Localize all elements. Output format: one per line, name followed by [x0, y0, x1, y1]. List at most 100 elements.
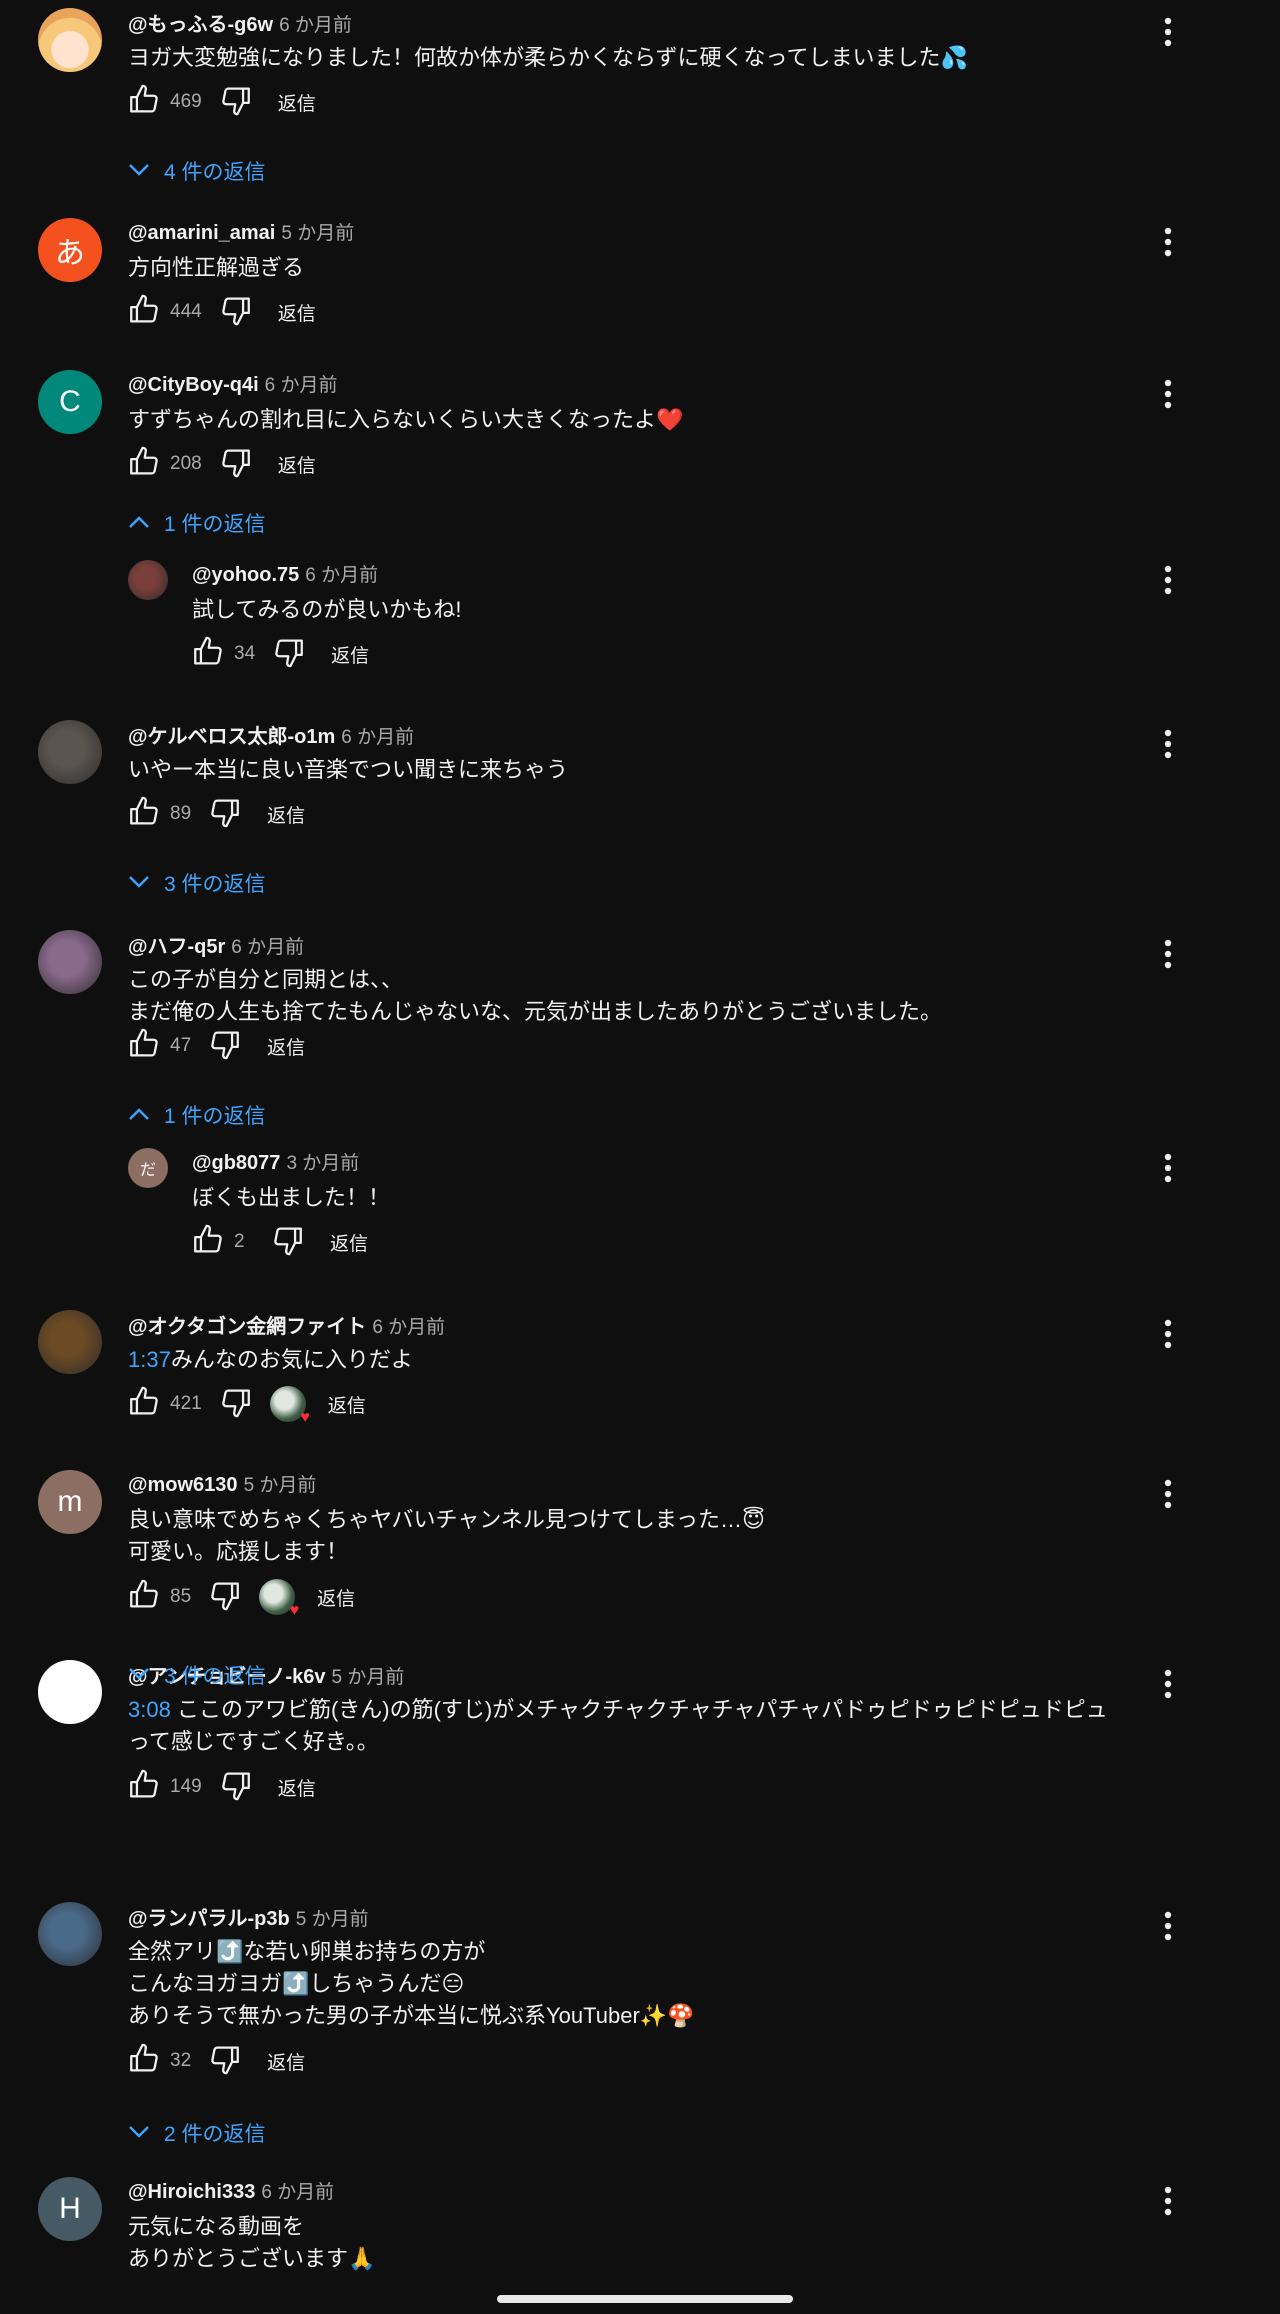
comment-time[interactable]: 6 か月前: [261, 2182, 334, 2203]
comment-time[interactable]: 6 か月前: [372, 1317, 445, 1338]
replies-toggle[interactable]: 1 件の返信: [128, 1100, 266, 1130]
more-options-button[interactable]: [1150, 226, 1186, 262]
replies-toggle[interactable]: 4 件の返信: [128, 156, 266, 186]
reply-button[interactable]: 返信: [278, 89, 316, 116]
author-name[interactable]: @オクタゴン金網ファイト: [128, 1316, 366, 1338]
dislike-button[interactable]: [216, 292, 256, 332]
comment-time[interactable]: 5 か月前: [332, 1667, 405, 1688]
like-button[interactable]: [124, 1026, 164, 1066]
comment-actions: 85 ♥ 返信: [124, 1577, 355, 1619]
author-name[interactable]: @Hiroichi333: [128, 2181, 255, 2203]
comment-thread: H @Hiroichi333 6 か月前 元気になる動画を ありがとうございます🙏: [0, 2177, 1280, 2271]
reply-button[interactable]: 返信: [317, 1584, 355, 1611]
comment-time[interactable]: 6 か月前: [265, 375, 338, 396]
like-button[interactable]: [124, 1767, 164, 1807]
home-gesture-handle[interactable]: [497, 2295, 793, 2303]
reply-button[interactable]: 返信: [331, 641, 369, 668]
avatar[interactable]: [38, 8, 102, 72]
like-button[interactable]: [124, 82, 164, 122]
dislike-button[interactable]: [216, 1384, 256, 1424]
author-name[interactable]: @ランパラル-p3b: [128, 1908, 290, 1930]
reply-button[interactable]: 返信: [278, 299, 316, 326]
like-button[interactable]: [124, 2041, 164, 2081]
comment-text: 良い意味でめちゃくちゃヤバいチャンネル見つけてしまった…😇 可愛い。応援します！: [128, 1504, 1138, 1568]
avatar[interactable]: m: [38, 1470, 102, 1534]
like-count: 149: [170, 1776, 202, 1797]
like-button[interactable]: [124, 1577, 164, 1617]
timestamp-link[interactable]: 1:37: [128, 1347, 171, 1372]
more-options-button[interactable]: [1150, 1152, 1186, 1188]
like-button[interactable]: [188, 1222, 228, 1262]
avatar[interactable]: あ: [38, 218, 102, 282]
more-options-button[interactable]: [1150, 16, 1186, 52]
more-options-button[interactable]: [1150, 728, 1186, 764]
replies-toggle[interactable]: 1 件の返信: [128, 508, 266, 538]
thumbs-up-icon: [127, 1768, 161, 1807]
reply-button[interactable]: 返信: [278, 451, 316, 478]
avatar[interactable]: [38, 1310, 102, 1374]
dislike-button[interactable]: [269, 634, 309, 674]
like-button[interactable]: [188, 634, 228, 674]
reply-button[interactable]: 返信: [267, 2048, 305, 2075]
reply-button[interactable]: 返信: [328, 1391, 366, 1418]
comment-time[interactable]: 6 か月前: [231, 937, 304, 958]
more-options-button[interactable]: [1150, 938, 1186, 974]
comment-actions: 421 ♥ 返信: [124, 1384, 366, 1426]
author-name[interactable]: @ハフ-q5r: [128, 936, 225, 958]
dislike-button[interactable]: [205, 1026, 245, 1066]
comment-header: @amarini_amai 5 か月前: [128, 218, 354, 245]
reply-time[interactable]: 3 か月前: [286, 1153, 359, 1174]
more-options-button[interactable]: [1150, 564, 1186, 600]
more-options-button[interactable]: [1150, 2185, 1186, 2221]
dislike-button[interactable]: [205, 1577, 245, 1617]
like-button[interactable]: [124, 444, 164, 484]
comment-line: いやー本当に良い音楽でつい聞きに来ちゃう: [128, 754, 1138, 786]
avatar[interactable]: H: [38, 2177, 102, 2241]
like-button[interactable]: [124, 292, 164, 332]
author-name[interactable]: @CityBoy-q4i: [128, 374, 259, 396]
replies-toggle[interactable]: 3 件の返信: [128, 868, 266, 898]
more-options-button[interactable]: [1150, 1318, 1186, 1354]
comment-time[interactable]: 5 か月前: [281, 223, 354, 244]
more-options-button[interactable]: [1150, 378, 1186, 414]
author-name[interactable]: @mow6130: [128, 1474, 238, 1496]
avatar[interactable]: [38, 720, 102, 784]
dislike-button[interactable]: [216, 82, 256, 122]
reply-button[interactable]: 返信: [278, 1774, 316, 1801]
dislike-button[interactable]: [216, 444, 256, 484]
replies-toggle[interactable]: 3 件の返信: [128, 1660, 266, 1690]
comment-time[interactable]: 5 か月前: [244, 1475, 317, 1496]
comment-time[interactable]: 5 か月前: [296, 1909, 369, 1930]
dislike-button[interactable]: [205, 2041, 245, 2081]
like-button[interactable]: [124, 1384, 164, 1424]
reply-button[interactable]: 返信: [267, 1033, 305, 1060]
reply-time[interactable]: 6 か月前: [305, 565, 378, 586]
reply-button[interactable]: 返信: [330, 1229, 368, 1256]
reply-button[interactable]: 返信: [267, 801, 305, 828]
replies-toggle[interactable]: 2 件の返信: [128, 2118, 266, 2148]
reply-author-name[interactable]: @gb8077: [192, 1152, 280, 1174]
dislike-button[interactable]: [268, 1222, 308, 1262]
dislike-button[interactable]: [205, 794, 245, 834]
reply-author-name[interactable]: @yohoo.75: [192, 564, 299, 586]
like-button[interactable]: [124, 794, 164, 834]
author-name[interactable]: @amarini_amai: [128, 222, 275, 244]
like-count: 47: [170, 1035, 192, 1056]
more-options-button[interactable]: [1150, 1478, 1186, 1514]
more-options-button[interactable]: [1150, 1910, 1186, 1946]
dislike-button[interactable]: [216, 1767, 256, 1807]
avatar[interactable]: [128, 560, 168, 600]
creator-heart-badge: ♥: [259, 1579, 299, 1619]
comment-line: 1:37みんなのお気に入りだよ: [128, 1344, 1138, 1376]
avatar[interactable]: [38, 1660, 102, 1724]
avatar[interactable]: C: [38, 370, 102, 434]
comment-time[interactable]: 6 か月前: [279, 15, 352, 36]
avatar[interactable]: [38, 930, 102, 994]
avatar[interactable]: [38, 1902, 102, 1966]
avatar[interactable]: だ: [128, 1148, 168, 1188]
timestamp-link[interactable]: 3:08: [128, 1697, 171, 1722]
author-name[interactable]: @もっふる-g6w: [128, 14, 273, 36]
author-name[interactable]: @ケルベロス太郎-o1m: [128, 726, 335, 748]
comment-time[interactable]: 6 か月前: [341, 727, 414, 748]
more-options-button[interactable]: [1150, 1668, 1186, 1704]
